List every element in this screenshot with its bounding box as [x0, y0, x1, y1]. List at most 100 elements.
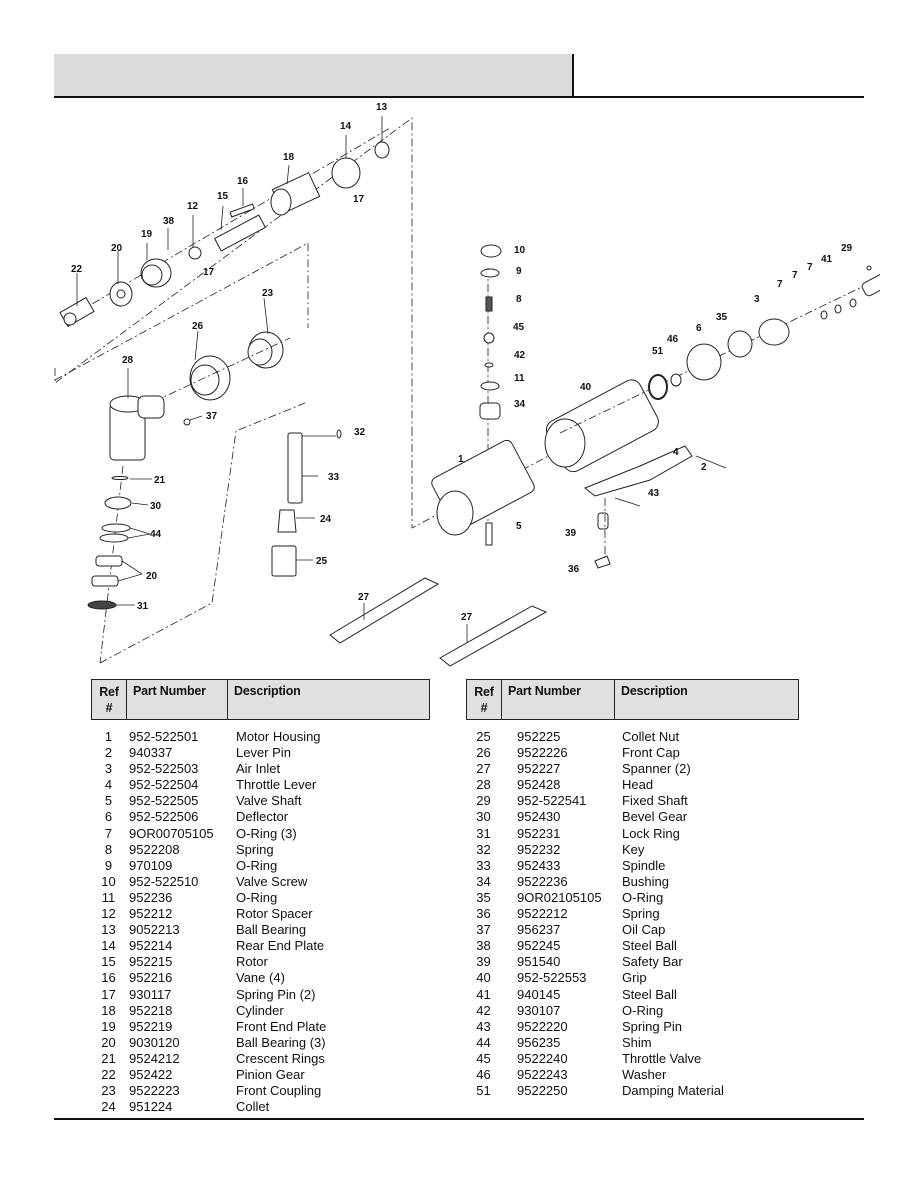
ref-cell: 37 [476, 922, 491, 938]
callout-21: 21 [154, 475, 166, 486]
part-14-rear-end-plate [331, 157, 361, 189]
description-cell: Head [622, 777, 654, 793]
ref-cell: 33 [476, 857, 491, 873]
description-cell: Motor Housing [236, 729, 321, 744]
part-number-cell: 952212 [129, 906, 173, 922]
part-number-cell: 951224 [129, 1099, 173, 1115]
part-18-cylinder [270, 172, 321, 216]
ref-cell: 39 [476, 954, 491, 970]
ref-cell: 20 [101, 1034, 116, 1050]
description-cell: Pinion Gear [236, 1066, 305, 1082]
part-34-bushing [479, 402, 501, 420]
ref-cell: 38 [476, 938, 491, 954]
header-part-number: Part Number [127, 680, 228, 719]
part-11-o-ring [480, 381, 500, 391]
description-cell: Safety Bar [622, 954, 683, 970]
part-9-o-ring [480, 268, 500, 278]
table-row: 9 970109 O-Ring [91, 858, 430, 874]
table-body: 1 952-522501 Motor Housing 2 940337 Lever Pin… [91, 729, 430, 1115]
description-cell: Throttle Valve [622, 1050, 702, 1066]
ref-cell: 43 [476, 1018, 491, 1034]
description-cell: Steel Ball [622, 938, 677, 954]
assembly-boundary [54, 117, 413, 428]
part-number-cell: 9522212 [517, 906, 568, 922]
part-number-cell: 952231 [517, 825, 561, 841]
description-cell: Spring [622, 906, 660, 922]
table-row: 2 940337 Lever Pin [91, 745, 430, 761]
part-28-head [109, 395, 165, 461]
part-number-cell: 952218 [129, 1002, 173, 1018]
table-row: 23 9522223 Front Coupling [91, 1083, 430, 1099]
ref-cell: 45 [476, 1050, 491, 1066]
ref-cell: 12 [101, 906, 116, 922]
callout-18: 18 [283, 152, 295, 163]
callout-35: 35 [716, 312, 728, 323]
part-41-steel-ball [866, 265, 872, 271]
part-number-cell: 9522220 [517, 1018, 568, 1034]
header-bar [54, 54, 572, 96]
part-number-cell: 952433 [517, 857, 561, 873]
ref-cell: 3 [104, 761, 113, 777]
header-part-number: Part Number [502, 680, 615, 719]
part-37-oil-cap [183, 418, 191, 426]
part-39-safety-bar [597, 512, 609, 530]
part-25-collet-nut [271, 545, 297, 577]
callout-7a: 7 [777, 279, 783, 290]
table-row: 19 952219 Front End Plate [91, 1019, 430, 1035]
table-row: 30 952430 Bevel Gear [466, 809, 799, 825]
table-row: 25 952225 Collet Nut [466, 729, 799, 745]
description-cell: Key [622, 841, 645, 857]
table-row: 33 952433 Spindle [466, 858, 799, 874]
part-5-valve-shaft [485, 522, 493, 546]
table-row: 40 952-522553 Grip [466, 970, 799, 986]
callout-16: 16 [237, 176, 249, 187]
callout-45: 45 [513, 322, 525, 333]
part-27-spanner [439, 605, 548, 667]
table-row: 35 9OR02105105 O-Ring [466, 890, 799, 906]
table-row: 14 952214 Rear End Plate [91, 938, 430, 954]
ref-cell: 36 [476, 906, 491, 922]
callout-36: 36 [568, 564, 580, 575]
parts-table-left: Ref # Part Number Description 1 952-52250… [91, 679, 430, 1115]
table-header: Ref # Part Number Description [466, 679, 799, 720]
callout-10: 10 [514, 245, 526, 256]
callout-42: 42 [514, 350, 526, 361]
ref-cell: 23 [101, 1083, 116, 1099]
ref-cell: 4 [104, 777, 113, 793]
callout-38: 38 [163, 216, 175, 227]
part-number-cell: 952-522553 [517, 970, 587, 986]
table-row: 36 9522212 Spring [466, 906, 799, 922]
callout-6: 6 [696, 323, 702, 334]
callout-labels: 13 14 18 16 17 15 12 38 19 20 17 22 23 2… [71, 102, 853, 623]
part-27-spanner [329, 577, 440, 644]
part-46-washer [670, 373, 682, 387]
ref-cell: 25 [476, 729, 491, 744]
description-cell: Front Cap [622, 745, 680, 761]
part-number-cell: 952422 [129, 1066, 173, 1082]
description-cell: Fixed Shaft [622, 793, 688, 809]
description-cell: Deflector [236, 809, 289, 825]
part-30-bevel-gear [104, 496, 132, 510]
part-43-spring-pin [614, 497, 641, 507]
ref-cell: 34 [476, 873, 491, 889]
description-cell: Washer [622, 1066, 667, 1082]
callout-32: 32 [354, 427, 366, 438]
description-cell: O-Ring [236, 889, 278, 905]
description-cell: Front Coupling [236, 1083, 322, 1099]
description-cell: Crescent Rings [236, 1050, 325, 1066]
ref-cell: 6 [104, 809, 113, 825]
part-number-cell: 952430 [517, 809, 561, 825]
part-number-cell: 952-522504 [129, 777, 199, 793]
callout-3: 3 [754, 294, 760, 305]
callout-43: 43 [648, 488, 660, 499]
ref-cell: 8 [104, 841, 113, 857]
ref-cell: 30 [476, 809, 491, 825]
description-cell: Bevel Gear [622, 809, 688, 825]
part-number-cell: 930117 [129, 986, 172, 1002]
ref-cell: 19 [101, 1018, 116, 1034]
ref-cell: 1 [104, 729, 113, 744]
header-divider [572, 54, 574, 97]
part-number-cell: 9522236 [517, 873, 568, 889]
table-row: 17 930117 Spring Pin (2) [91, 987, 430, 1003]
ref-cell: 5 [104, 793, 113, 809]
